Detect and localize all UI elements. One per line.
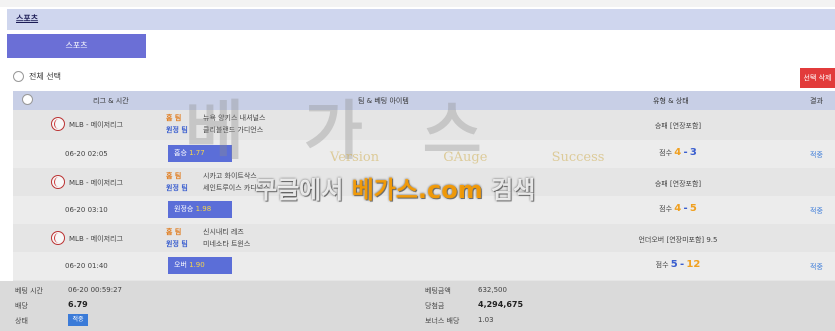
score-home: 4 (674, 203, 682, 214)
away-team: 세인트루이스 카디널스 (203, 184, 270, 192)
score-sep: - (683, 203, 688, 214)
baseball-icon (51, 117, 65, 131)
select-all-radio[interactable] (13, 71, 24, 82)
bet-time-label: 베팅 시간 (15, 287, 43, 295)
pick-odds: 1.98 (195, 205, 212, 213)
home-team: 시카고 화이트삭스 (203, 172, 257, 180)
pick-label: 홈승 (174, 149, 187, 157)
bonus-odds: 1.03 (478, 316, 494, 324)
select-all-control[interactable]: 전체 선택 (13, 71, 61, 82)
row-select-radio[interactable] (22, 94, 33, 105)
home-tag: 홈 팀 (166, 114, 182, 122)
match-time: 06-20 03:10 (65, 206, 108, 214)
away-tag: 원정 팀 (166, 126, 188, 134)
pick-label: 오버 (174, 261, 187, 269)
bet-pick-row: 06-20 03:10 원정승 1.98 점수 4 - 5 적중 (13, 196, 835, 224)
bet-amount: 632,500 (478, 286, 507, 294)
bet-type: 언더오버 [연장미포함] 9.5 (638, 236, 718, 244)
bet-time: 06-20 00:59:27 (68, 286, 123, 294)
bet-info-row: MLB - 메이저리그 홈 팀 시카고 화이트삭스 원정 팀 세인트루이스 카디… (13, 168, 835, 196)
selected-pick[interactable]: 홈승 1.77 (168, 145, 232, 162)
away-team: 클리블랜드 가디언스 (203, 126, 264, 134)
home-tag: 홈 팀 (166, 228, 182, 236)
status-badge: 적중 (68, 314, 88, 326)
score-sep: - (680, 259, 685, 270)
total-odds: 6.79 (68, 300, 88, 309)
match-time: 06-20 02:05 (65, 150, 108, 158)
score-label: 점수 (655, 261, 669, 269)
baseball-icon (51, 231, 65, 245)
status-label: 상태 (15, 317, 28, 325)
win-label: 당첨금 (425, 302, 445, 310)
league-name: MLB - 메이저리그 (69, 179, 123, 187)
pick-label: 원정승 (174, 205, 194, 213)
selected-pick[interactable]: 원정승 1.98 (168, 201, 232, 218)
final-score: 점수 5 - 12 (553, 259, 803, 270)
score-home: 5 (670, 259, 678, 270)
delete-selected-button[interactable]: 선택 삭제 (800, 68, 835, 88)
result-badge: 적중 (810, 151, 823, 159)
home-team: 신시내티 레즈 (203, 228, 244, 236)
tab-sports[interactable]: 스포츠 (7, 34, 146, 58)
result-badge: 적중 (810, 263, 823, 271)
score-away: 3 (689, 147, 697, 158)
league-name: MLB - 메이저리그 (69, 121, 123, 129)
bet-info-row: MLB - 메이저리그 홈 팀 신시내티 레즈 원정 팀 미네소타 트윈스 언더… (13, 224, 835, 252)
bet-list: MLB - 메이저리그 홈 팀 뉴욕 양키스 내셔널스 원정 팀 클리블랜드 가… (13, 110, 835, 281)
final-score: 점수 4 - 5 (553, 203, 803, 214)
bet-type: 승패 [연장포함] (654, 122, 702, 130)
away-team: 미네소타 트윈스 (203, 240, 251, 248)
selected-pick[interactable]: 오버 1.90 (168, 257, 232, 274)
top-strip (0, 0, 835, 7)
away-tag: 원정 팀 (166, 184, 188, 192)
score-away: 5 (689, 203, 697, 214)
section-title[interactable]: 스포츠 (16, 13, 38, 24)
header-league-time: 리그 & 시간 (93, 97, 129, 105)
score-label: 점수 (659, 205, 673, 213)
header-team-item: 팀 & 베팅 아이템 (358, 97, 409, 105)
home-team: 뉴욕 양키스 내셔널스 (203, 114, 266, 122)
score-sep: - (683, 147, 688, 158)
bet-pick-row: 06-20 02:05 홈승 1.77 점수 4 - 3 적중 (13, 140, 835, 168)
score-label: 점수 (659, 149, 673, 157)
final-score: 점수 4 - 3 (553, 147, 803, 158)
odds-label: 배당 (15, 302, 28, 310)
select-all-label: 전체 선택 (29, 72, 61, 81)
amount-label: 베팅금액 (425, 287, 451, 295)
away-tag: 원정 팀 (166, 240, 188, 248)
win-amount: 4,294,675 (478, 300, 524, 309)
header-type-status: 유형 & 상태 (653, 97, 689, 105)
bet-info-row: MLB - 메이저리그 홈 팀 뉴욕 양키스 내셔널스 원정 팀 클리블랜드 가… (13, 110, 835, 138)
match-time: 06-20 01:40 (65, 262, 108, 270)
section-header: 스포츠 (7, 9, 835, 30)
bet-type: 승패 [연장포함] (654, 180, 702, 188)
score-home: 4 (674, 147, 682, 158)
bet-summary: 베팅 시간 06-20 00:59:27 배당 6.79 상태 적중 베팅금액 … (0, 281, 835, 331)
table-header: 리그 & 시간 팀 & 베팅 아이템 유형 & 상태 결과 (13, 91, 835, 110)
bonus-label: 보너스 배당 (425, 317, 460, 325)
home-tag: 홈 팀 (166, 172, 182, 180)
baseball-icon (51, 175, 65, 189)
bet-history-page: 스포츠 스포츠 전체 선택 선택 삭제 리그 & 시간 팀 & 베팅 아이템 유… (0, 0, 835, 331)
bet-pick-row: 06-20 01:40 오버 1.90 점수 5 - 12 적중 (13, 252, 835, 280)
pick-odds: 1.77 (189, 149, 205, 157)
result-badge: 적중 (810, 207, 823, 215)
header-result: 결과 (810, 97, 823, 105)
league-name: MLB - 메이저리그 (69, 235, 123, 243)
score-away: 12 (686, 259, 701, 270)
pick-odds: 1.90 (189, 261, 205, 269)
